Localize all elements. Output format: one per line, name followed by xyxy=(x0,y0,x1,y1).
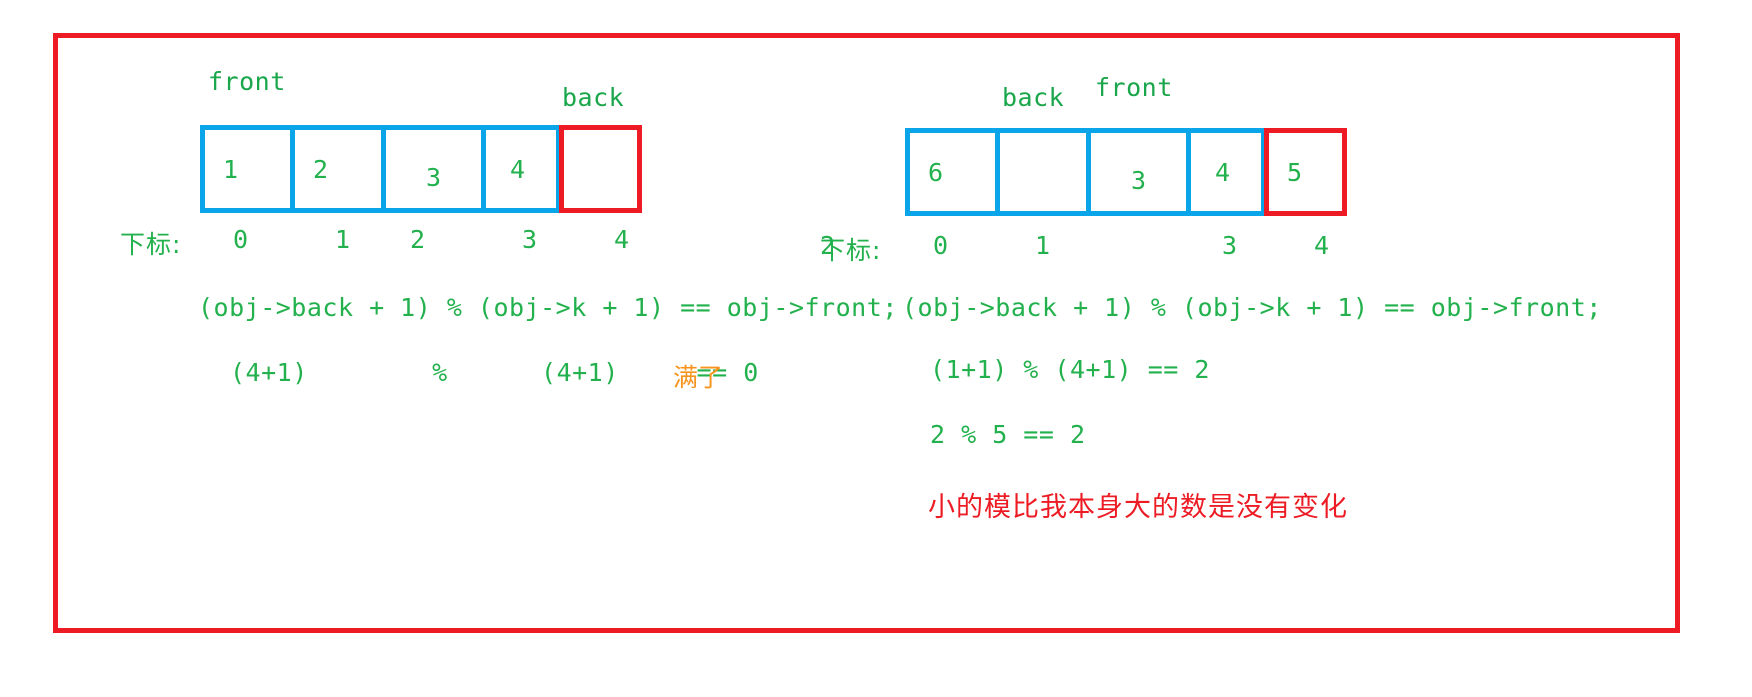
right-cell-2[interactable]: 3 xyxy=(1086,128,1188,216)
right-index-row: 下标: 0 1 2 3 4 xyxy=(820,231,1380,265)
left-front-pointer-label: front xyxy=(208,67,286,96)
right-cell-3-value: 4 xyxy=(1215,157,1231,187)
left-cell-4[interactable] xyxy=(559,125,642,213)
left-cell-0[interactable]: 1 xyxy=(200,125,292,213)
left-diagram-panel: front back 1 2 3 4 下标: 0 1 2 3 4 (obj->b… xyxy=(120,55,897,575)
right-condition-formula: (obj->back + 1) % (obj->k + 1) == obj->f… xyxy=(902,293,1602,322)
left-index-2: 2 xyxy=(410,225,426,254)
left-cell-1-value: 2 xyxy=(313,154,329,184)
left-cell-0-value: 1 xyxy=(223,154,239,184)
right-cell-1[interactable] xyxy=(995,128,1088,216)
right-cell-0-value: 6 xyxy=(928,157,944,187)
left-condition-formula: (obj->back + 1) % (obj->k + 1) == obj->f… xyxy=(198,293,898,322)
left-cell-2-value: 3 xyxy=(426,163,442,192)
right-queue-array: 6 3 4 5 xyxy=(905,128,1350,216)
right-index-3: 3 xyxy=(1222,231,1238,260)
right-evaluation-step-2: 2 % 5 == 2 xyxy=(930,420,1086,449)
left-cell-2[interactable]: 3 xyxy=(381,125,483,213)
left-full-note: 满了 xyxy=(673,363,724,392)
left-cell-3-value: 4 xyxy=(510,154,526,184)
right-index-1: 1 xyxy=(1035,231,1051,260)
right-evaluation-step-1: (1+1) % (4+1) == 2 xyxy=(930,355,1210,384)
left-index-1: 1 xyxy=(335,225,351,254)
right-diagram-panel: back front 6 3 4 5 下标: 0 1 2 3 4 (obj->b… xyxy=(820,55,1650,575)
right-front-pointer-label: front xyxy=(1095,73,1173,102)
left-index-0: 0 xyxy=(233,225,249,254)
right-cell-2-value: 3 xyxy=(1131,166,1147,195)
diagram-canvas: front back 1 2 3 4 下标: 0 1 2 3 4 (obj->b… xyxy=(0,0,1752,697)
left-index-row: 下标: 0 1 2 3 4 xyxy=(120,225,680,259)
right-conclusion-note: 小的模比我本身大的数是没有变化 xyxy=(928,492,1348,523)
right-index-4: 4 xyxy=(1314,231,1330,260)
left-cell-1[interactable]: 2 xyxy=(290,125,383,213)
left-cell-3[interactable]: 4 xyxy=(481,125,561,213)
right-cell-0[interactable]: 6 xyxy=(905,128,997,216)
right-back-pointer-label: back xyxy=(1002,83,1065,112)
right-cell-4[interactable]: 5 xyxy=(1264,128,1347,216)
right-cell-3[interactable]: 4 xyxy=(1186,128,1266,216)
right-cell-4-value: 5 xyxy=(1287,157,1303,187)
right-index-0: 0 xyxy=(933,231,949,260)
left-index-3: 3 xyxy=(522,225,538,254)
right-index-2: 2 xyxy=(820,231,836,260)
left-back-pointer-label: back xyxy=(562,83,625,112)
left-index-caption: 下标: xyxy=(120,230,182,259)
left-queue-array: 1 2 3 4 xyxy=(200,125,645,213)
left-index-4: 4 xyxy=(614,225,630,254)
